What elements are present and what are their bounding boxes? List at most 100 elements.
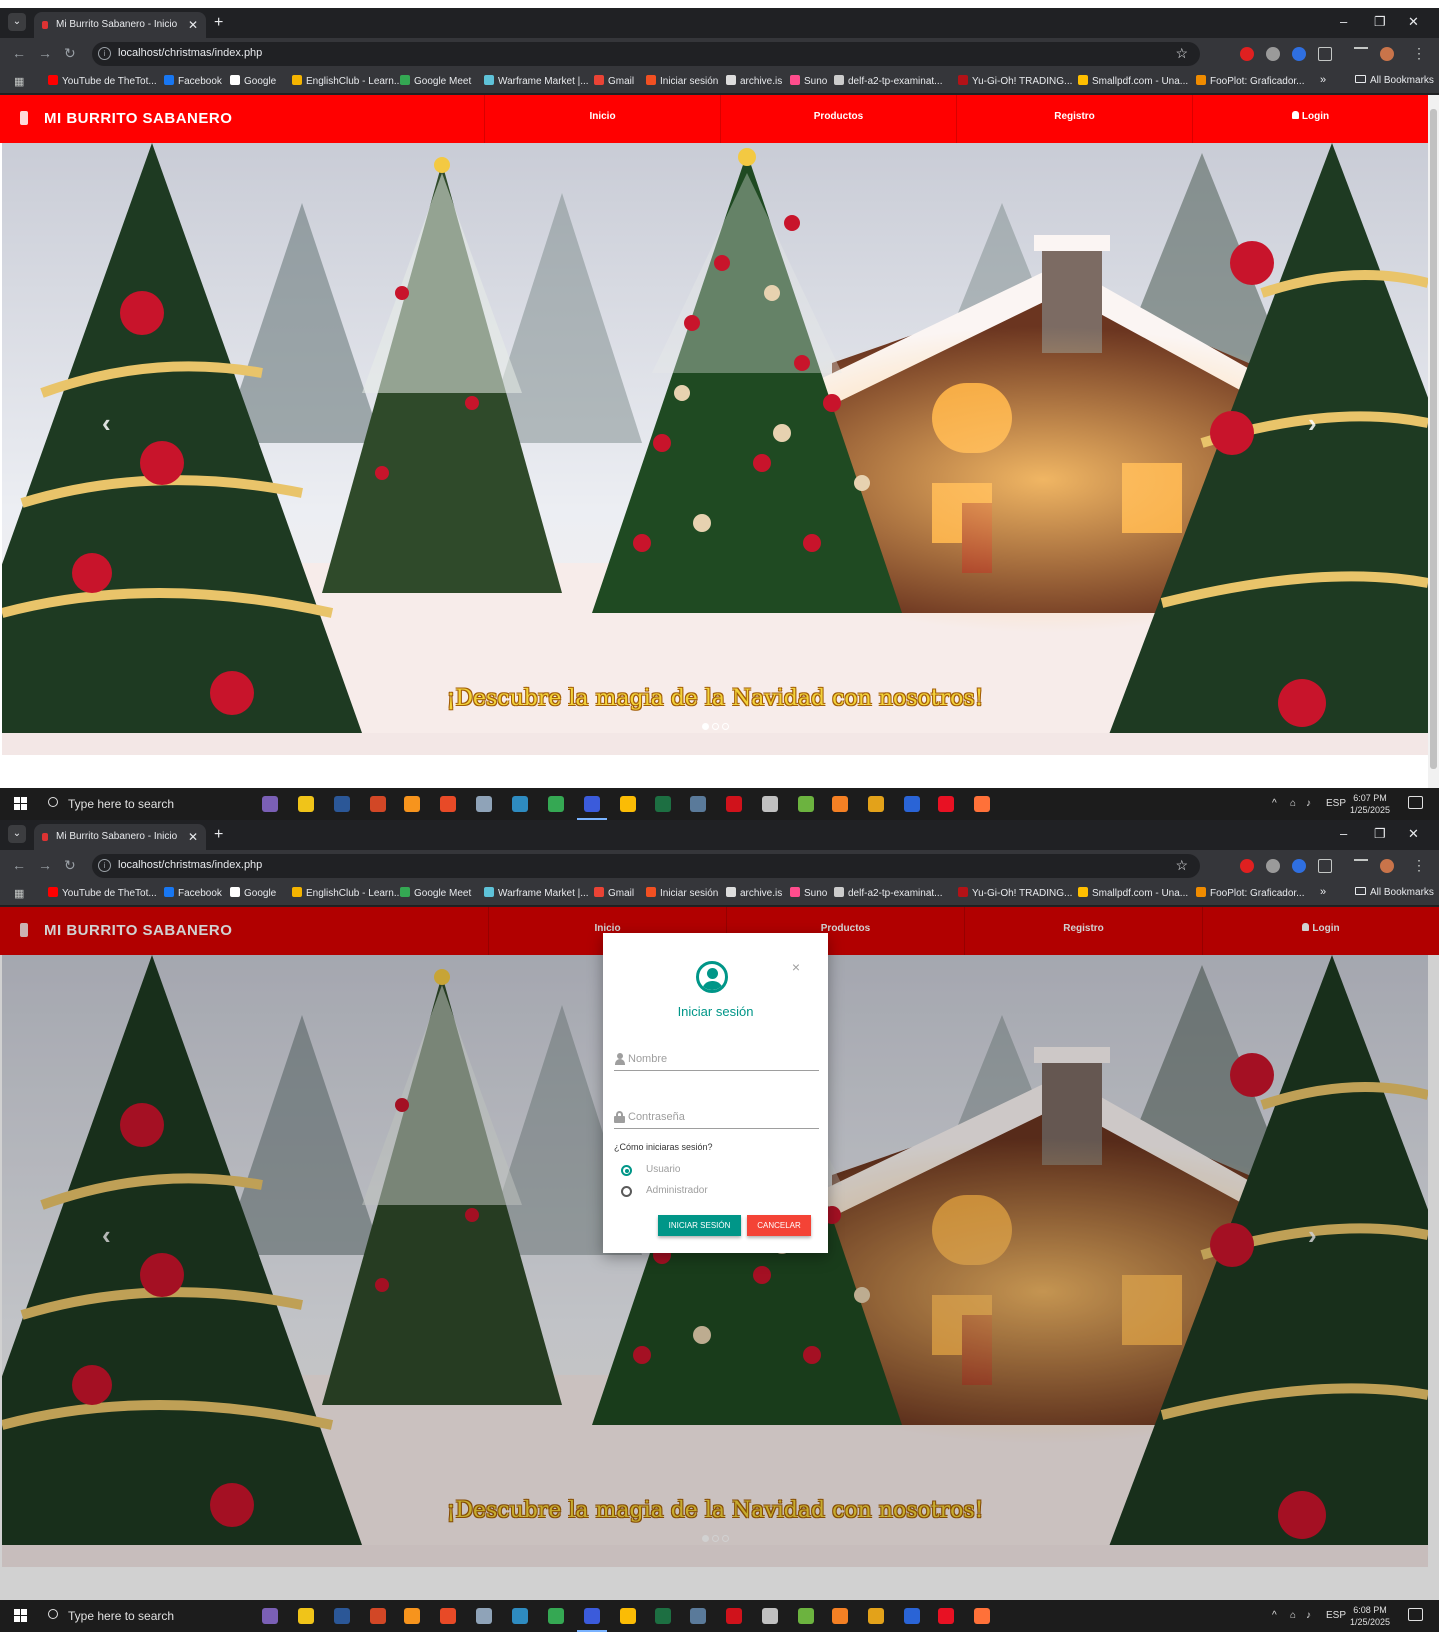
taskbar-app-icon[interactable] — [370, 796, 386, 812]
windows-start-icon[interactable] — [14, 797, 28, 811]
taskbar-app-icon[interactable] — [868, 796, 884, 812]
more-bookmarks-button[interactable]: » — [1320, 74, 1326, 86]
more-bookmarks-button[interactable]: » — [1320, 886, 1326, 898]
taskbar-app-icon[interactable] — [832, 1608, 848, 1624]
bookmark-item[interactable]: Gmail — [594, 75, 634, 87]
extensions-puzzle-icon[interactable] — [1318, 859, 1332, 873]
bookmark-item[interactable]: Smallpdf.com - Una... — [1078, 75, 1188, 87]
browser-tab[interactable]: Mi Burrito Sabanero - Inicio ✕ — [34, 824, 206, 850]
new-tab-button[interactable]: + — [214, 824, 223, 846]
forward-button[interactable]: → — [38, 45, 52, 61]
bookmark-item[interactable]: delf-a2-tp-examinat... — [834, 887, 943, 899]
taskbar-app-icon[interactable] — [298, 1608, 314, 1624]
taskbar-app-icon[interactable] — [904, 796, 920, 812]
scrollbar-thumb[interactable] — [1430, 109, 1437, 769]
taskbar-app-icon[interactable] — [440, 796, 456, 812]
bookmark-item[interactable]: archive.is — [726, 75, 782, 87]
taskbar-app-icon[interactable] — [584, 796, 600, 812]
all-bookmarks-button[interactable]: All Bookmarks — [1355, 887, 1434, 898]
bookmark-item[interactable]: delf-a2-tp-examinat... — [834, 75, 943, 87]
window-close-button[interactable]: ✕ — [1408, 826, 1419, 842]
all-bookmarks-button[interactable]: All Bookmarks — [1355, 75, 1434, 86]
taskbar-app-icon[interactable] — [512, 1608, 528, 1624]
profile-avatar[interactable] — [1380, 47, 1394, 61]
extension-icon[interactable] — [1240, 859, 1254, 873]
bookmark-item[interactable]: Gmail — [594, 887, 634, 899]
extension-icon[interactable] — [1266, 47, 1280, 61]
window-close-button[interactable]: ✕ — [1408, 14, 1419, 30]
minimize-button[interactable]: – — [1340, 826, 1347, 841]
carousel-indicator[interactable] — [722, 723, 729, 730]
taskbar-app-icon[interactable] — [868, 1608, 884, 1624]
bookmark-item[interactable]: Suno — [790, 887, 827, 899]
taskbar-app-icon[interactable] — [655, 1608, 671, 1624]
bookmark-item[interactable]: Facebook — [164, 887, 222, 899]
carousel-prev-icon[interactable]: ‹ — [102, 408, 111, 439]
taskbar-app-icon[interactable] — [832, 796, 848, 812]
bookmark-item[interactable]: EnglishClub - Learn... — [292, 887, 402, 899]
address-bar[interactable]: i localhost/christmas/index.php ☆ — [92, 854, 1200, 878]
bookmark-item[interactable]: Warframe Market |... — [484, 75, 589, 87]
carousel-indicator[interactable] — [712, 723, 719, 730]
taskbar-app-icon[interactable] — [798, 796, 814, 812]
nav-link-productos[interactable]: Productos — [720, 95, 956, 143]
bookmark-star-icon[interactable]: ☆ — [1175, 45, 1188, 62]
taskbar-app-icon[interactable] — [904, 1608, 920, 1624]
minimize-button[interactable]: – — [1340, 14, 1347, 29]
taskbar-app-icon[interactable] — [476, 796, 492, 812]
bookmark-item[interactable]: Smallpdf.com - Una... — [1078, 887, 1188, 899]
tab-search-button[interactable]: ⌄ — [8, 825, 26, 843]
tray-network-icon[interactable]: ⌂ — [1290, 788, 1296, 820]
username-input[interactable] — [628, 1053, 813, 1065]
carousel-next-icon[interactable]: › — [1308, 408, 1317, 439]
taskbar-app-icon[interactable] — [938, 1608, 954, 1624]
restore-button[interactable]: ❐ — [1374, 826, 1386, 842]
taskbar-app-icon[interactable] — [655, 796, 671, 812]
tab-search-button[interactable]: ⌄ — [8, 13, 26, 31]
taskbar-search[interactable]: Type here to search — [44, 1600, 242, 1632]
site-brand[interactable]: MI BURRITO SABANERO — [20, 95, 232, 143]
bookmark-item[interactable]: YouTube de TheTot... — [48, 75, 157, 87]
taskbar-app-icon[interactable] — [548, 796, 564, 812]
taskbar-app-icon[interactable] — [298, 796, 314, 812]
radio-usuario-control[interactable] — [621, 1165, 632, 1176]
bookmark-item[interactable]: YouTube de TheTot... — [48, 887, 157, 899]
address-bar[interactable]: i localhost/christmas/index.php ☆ — [92, 42, 1200, 66]
bookmark-item[interactable]: Google Meet — [400, 75, 471, 87]
bookmark-item[interactable]: Google — [230, 887, 276, 899]
notifications-icon[interactable] — [1408, 796, 1423, 809]
taskbar-app-icon[interactable] — [548, 1608, 564, 1624]
taskbar-app-icon[interactable] — [620, 1608, 636, 1624]
tab-close-icon[interactable]: ✕ — [188, 12, 198, 38]
taskbar-app-icon[interactable] — [370, 1608, 386, 1624]
bookmark-item[interactable]: Iniciar sesión — [646, 75, 718, 87]
media-controls-icon[interactable] — [1354, 859, 1368, 873]
notifications-icon[interactable] — [1408, 1608, 1423, 1621]
login-submit-button[interactable]: INICIAR SESIÓN — [658, 1215, 741, 1236]
taskbar-app-icon[interactable] — [974, 1608, 990, 1624]
back-button[interactable]: ← — [12, 45, 26, 61]
tab-close-icon[interactable]: ✕ — [188, 824, 198, 850]
reload-button[interactable]: ↻ — [64, 45, 76, 61]
nav-link-login[interactable]: Login — [1192, 95, 1428, 143]
forward-button[interactable]: → — [38, 857, 52, 873]
bookmark-item[interactable]: Yu-Gi-Oh! TRADING... — [958, 887, 1072, 899]
taskbar-app-icon[interactable] — [334, 796, 350, 812]
reload-button[interactable]: ↻ — [64, 857, 76, 873]
bookmark-star-icon[interactable]: ☆ — [1175, 857, 1188, 874]
bookmark-item[interactable]: Facebook — [164, 75, 222, 87]
restore-button[interactable]: ❐ — [1374, 14, 1386, 30]
password-input[interactable] — [628, 1111, 813, 1123]
taskbar-search[interactable]: Type here to search — [44, 788, 242, 820]
taskbar-app-icon[interactable] — [262, 796, 278, 812]
taskbar-app-icon[interactable] — [762, 796, 778, 812]
taskbar-app-icon[interactable] — [726, 1608, 742, 1624]
apps-grid-icon[interactable]: ▦ — [14, 75, 24, 88]
extension-icon[interactable] — [1240, 47, 1254, 61]
site-info-icon[interactable]: i — [98, 859, 111, 872]
bookmark-item[interactable]: Yu-Gi-Oh! TRADING... — [958, 75, 1072, 87]
new-tab-button[interactable]: + — [214, 12, 223, 34]
bookmark-item[interactable]: Iniciar sesión — [646, 887, 718, 899]
bookmark-item[interactable]: Google Meet — [400, 887, 471, 899]
cancel-button[interactable]: CANCELAR — [747, 1215, 811, 1236]
